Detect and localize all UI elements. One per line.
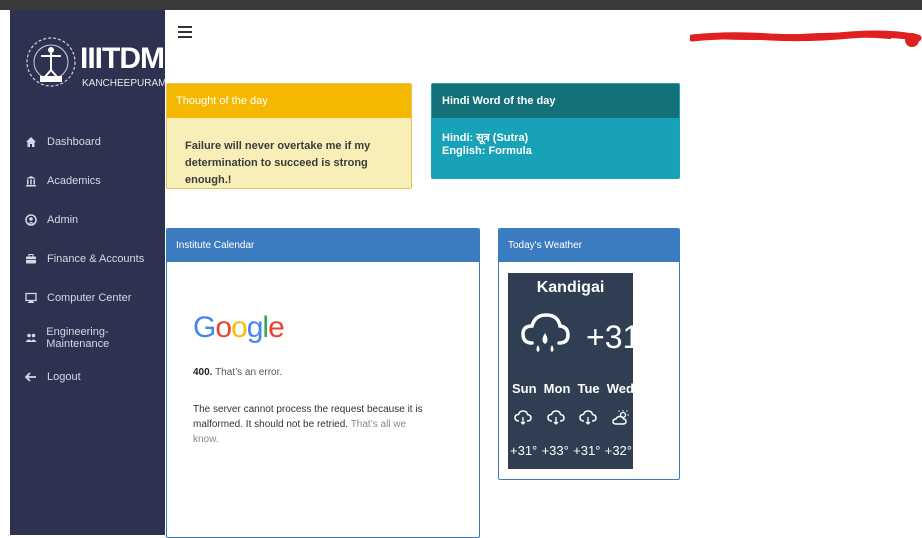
institute-emblem-icon	[26, 37, 76, 87]
logo-title: IIITDM	[80, 42, 165, 75]
institution-icon	[24, 174, 38, 188]
menu-toggle-icon[interactable]	[178, 26, 192, 38]
forecast-temp: +32°	[604, 443, 632, 458]
hindi-word: Hindi: सूत्र (Sutra)	[442, 132, 529, 144]
sidebar: IIITDM KANCHEEPURAM Dashboard Academics …	[10, 10, 166, 535]
weather-city: Kandigai	[536, 279, 605, 296]
forecast-temp: +33°	[541, 443, 569, 458]
forecast-day: Mon	[543, 381, 571, 396]
forecast-day: Tue	[577, 381, 600, 396]
temperature-unit: °C	[640, 319, 654, 333]
weather-widget[interactable]: Kandigai +31°C Sun Mon Tue Wed +31° +33°…	[508, 273, 654, 469]
home-icon	[24, 135, 38, 149]
weather-panel: Today's Weather Kandigai +31°C Sun Mon T…	[498, 228, 680, 480]
forecast-day: Wed	[606, 381, 634, 396]
thought-header: Thought of the day	[167, 84, 411, 118]
sidebar-item-label: Dashboard	[47, 135, 101, 148]
rain-cloud-icon	[579, 410, 598, 425]
logo[interactable]: IIITDM KANCHEEPURAM	[22, 22, 166, 102]
sidebar-item-academics[interactable]: Academics	[10, 161, 165, 200]
current-temperature: +31°C	[586, 319, 654, 356]
sidebar-item-finance-accounts[interactable]: Finance & Accounts	[10, 240, 165, 279]
rain-cloud-icon	[546, 410, 565, 425]
sidebar-item-engineering-maintenance[interactable]: Engineering-Maintenance	[10, 318, 165, 357]
monitor-icon	[24, 291, 38, 305]
sidebar-nav: Dashboard Academics Admin Finance & Acco…	[10, 122, 165, 396]
sidebar-item-label: Logout	[47, 370, 81, 383]
calendar-header: Institute Calendar	[167, 229, 479, 262]
forecast-day: Sun	[512, 381, 537, 396]
sidebar-item-computer-center[interactable]: Computer Center	[10, 279, 165, 318]
forecast-temp: +31°	[573, 443, 601, 458]
partly-sunny-icon	[612, 410, 629, 425]
briefcase-icon	[24, 252, 38, 266]
english-word: English: Formula	[442, 145, 532, 157]
temperature-value: +31	[586, 319, 641, 355]
institute-calendar-panel: Institute Calendar Google 400. That’s an…	[166, 228, 480, 538]
forecast-icons	[514, 409, 630, 427]
sidebar-item-label: Engineering-Maintenance	[46, 325, 110, 350]
rain-cloud-icon	[521, 313, 570, 352]
forecast-days: Sun Mon Tue Wed	[512, 381, 634, 396]
error-title: That’s an error.	[215, 367, 283, 378]
sidebar-item-label: Finance & Accounts	[47, 253, 145, 266]
error-code-line: 400. That’s an error.	[193, 367, 282, 378]
google-logo: Google	[193, 311, 285, 344]
user-circle-icon	[24, 213, 38, 227]
weather-header: Today's Weather	[499, 229, 679, 262]
sidebar-item-label: Computer Center	[47, 292, 132, 305]
forecast-temperatures: +31° +33° +31° +32°	[510, 443, 632, 458]
top-bar	[0, 0, 922, 10]
error-message-block: The server cannot process the request be…	[193, 402, 433, 447]
logo-subtitle: KANCHEEPURAM	[82, 78, 167, 89]
sidebar-item-label: Admin	[47, 213, 79, 226]
forecast-temp: +31°	[510, 443, 538, 458]
sidebar-item-admin[interactable]: Admin	[10, 200, 165, 239]
sidebar-item-logout[interactable]: Logout	[10, 357, 165, 396]
error-code: 400.	[193, 367, 213, 378]
sidebar-item-label: Academics	[47, 174, 101, 187]
sidebar-item-dashboard[interactable]: Dashboard	[10, 122, 165, 161]
arrow-left-icon	[24, 370, 38, 384]
hindi-word-panel: Hindi Word of the day Hindi: सूत्र (Sutr…	[431, 83, 680, 179]
users-icon	[24, 331, 37, 345]
redaction-scribble	[690, 30, 922, 47]
thought-of-the-day-panel: Thought of the day Failure will never ov…	[166, 83, 412, 189]
rain-cloud-icon	[514, 410, 532, 425]
left-margin	[0, 10, 10, 535]
thought-text: Failure will never overtake me if my det…	[185, 140, 371, 186]
hindi-header: Hindi Word of the day	[432, 84, 679, 118]
